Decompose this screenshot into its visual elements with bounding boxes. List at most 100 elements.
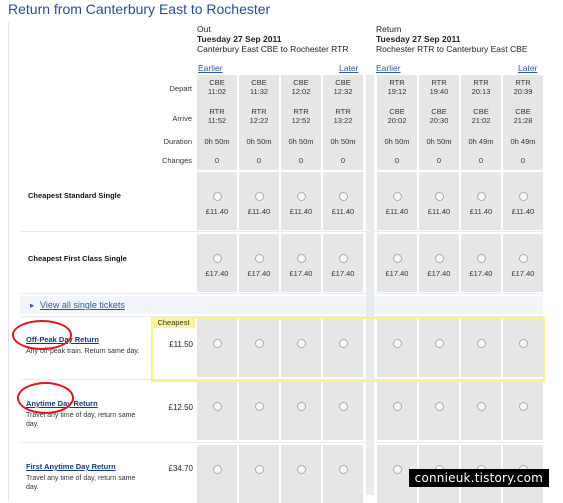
single-select-radio[interactable] <box>393 254 402 263</box>
out-journey-column[interactable]: CBE 11:02 RTR 11:52 0h 50m 0 <box>197 75 237 170</box>
fare-title-first-anytime[interactable]: First Anytime Day Return <box>26 462 116 471</box>
out-fare-cell[interactable] <box>281 382 321 440</box>
ret-standard-single-cell[interactable]: £11.40 <box>461 172 501 230</box>
duration-row-label: Duration <box>163 137 192 146</box>
arrive-station: CBE <box>473 107 489 116</box>
changes-value: 0 <box>394 156 400 165</box>
arrive-row-label: Arrive <box>172 114 192 123</box>
single-select-radio[interactable] <box>297 192 306 201</box>
ret-first-single-cell[interactable]: £17.40 <box>377 234 417 292</box>
return-later-link[interactable]: Later <box>518 63 537 73</box>
single-select-radio[interactable] <box>477 192 486 201</box>
fare-select-radio[interactable] <box>339 465 348 474</box>
out-earlier-link[interactable]: Earlier <box>198 63 223 73</box>
fare-select-radio[interactable] <box>255 402 264 411</box>
ret-fare-cell[interactable] <box>419 382 459 440</box>
single-label-first: Cheapest First Class Single <box>28 254 127 263</box>
single-select-radio[interactable] <box>435 254 444 263</box>
out-standard-single-cell[interactable]: £11.40 <box>281 172 321 230</box>
out-first-single-cell[interactable]: £17.40 <box>281 234 321 292</box>
ret-first-single-cell[interactable]: £17.40 <box>461 234 501 292</box>
return-label: Return <box>376 24 402 34</box>
fare-select-radio[interactable] <box>297 465 306 474</box>
single-select-radio[interactable] <box>339 192 348 201</box>
single-select-radio[interactable] <box>255 254 264 263</box>
out-date: Tuesday 27 Sep 2011 <box>197 34 282 44</box>
single-select-radio[interactable] <box>519 254 528 263</box>
out-later-link[interactable]: Later <box>339 63 358 73</box>
return-earlier-link[interactable]: Earlier <box>376 63 401 73</box>
out-return-divider <box>366 75 374 495</box>
ret-first-single-cell[interactable]: £17.40 <box>419 234 459 292</box>
ret-journey-column[interactable]: RTR 19:12 CBE 20:02 0h 50m 0 <box>377 75 417 170</box>
single-select-radio[interactable] <box>477 254 486 263</box>
ret-first-single-cell[interactable]: £17.40 <box>503 234 543 292</box>
out-first-single-cell[interactable]: £17.40 <box>239 234 279 292</box>
out-journey-column[interactable]: CBE 12:02 RTR 12:52 0h 50m 0 <box>281 75 321 170</box>
single-price: £11.40 <box>205 207 229 216</box>
ret-journey-column[interactable]: RTR 20:13 CBE 21:02 0h 49m 0 <box>461 75 501 170</box>
arrive-station: RTR <box>209 107 225 116</box>
arrive-time: 12:22 <box>249 116 269 125</box>
out-journey-column[interactable]: CBE 11:32 RTR 12:22 0h 50m 0 <box>239 75 279 170</box>
single-select-radio[interactable] <box>435 192 444 201</box>
ret-fare-cell[interactable] <box>377 382 417 440</box>
changes-value: 0 <box>520 156 526 165</box>
single-select-radio[interactable] <box>213 254 222 263</box>
fare-select-radio[interactable] <box>519 402 528 411</box>
out-first-single-cell[interactable]: £17.40 <box>323 234 363 292</box>
depart-station: RTR <box>389 78 405 87</box>
fare-select-radio[interactable] <box>477 402 486 411</box>
fare-select-radio[interactable] <box>339 402 348 411</box>
cheapest-highlight <box>151 317 545 382</box>
out-fare-cell[interactable] <box>239 445 279 503</box>
depart-station: RTR <box>473 78 489 87</box>
single-select-radio[interactable] <box>339 254 348 263</box>
fare-select-radio[interactable] <box>393 465 402 474</box>
depart-row-label: Depart <box>169 84 192 93</box>
single-select-radio[interactable] <box>213 192 222 201</box>
ret-standard-single-cell[interactable]: £11.40 <box>503 172 543 230</box>
fare-desc-first-anytime: Travel any time of day, return same day. <box>26 475 136 491</box>
out-standard-single-cell[interactable]: £11.40 <box>239 172 279 230</box>
depart-station: CBE <box>251 78 267 87</box>
single-select-radio[interactable] <box>255 192 264 201</box>
out-journey-column[interactable]: CBE 12:32 RTR 13:22 0h 50m 0 <box>323 75 363 170</box>
single-price: £11.40 <box>289 207 313 216</box>
ret-fare-cell[interactable] <box>461 382 501 440</box>
out-standard-single-cell[interactable]: £11.40 <box>323 172 363 230</box>
fare-select-radio[interactable] <box>255 465 264 474</box>
out-label: Out <box>197 24 211 34</box>
fare-select-radio[interactable] <box>213 402 222 411</box>
duration-value: 0h 50m <box>426 137 452 146</box>
out-standard-single-cell[interactable]: £11.40 <box>197 172 237 230</box>
out-fare-cell[interactable] <box>323 445 363 503</box>
ret-journey-column[interactable]: RTR 19:40 CBE 20:30 0h 50m 0 <box>419 75 459 170</box>
changes-value: 0 <box>256 156 262 165</box>
out-fare-cell[interactable] <box>197 445 237 503</box>
fare-select-radio[interactable] <box>297 402 306 411</box>
view-all-single-tickets-link[interactable]: View all single tickets <box>40 300 125 310</box>
out-fare-cell[interactable] <box>197 382 237 440</box>
depart-time: 19:40 <box>429 87 449 96</box>
out-first-single-cell[interactable]: £17.40 <box>197 234 237 292</box>
ret-standard-single-cell[interactable]: £11.40 <box>377 172 417 230</box>
single-select-radio[interactable] <box>393 192 402 201</box>
fare-select-radio[interactable] <box>435 402 444 411</box>
cheapest-badge: Cheapest <box>152 318 195 328</box>
ret-journey-column[interactable]: RTR 20:39 CBE 21:28 0h 49m 0 <box>503 75 543 170</box>
out-fare-cell[interactable] <box>323 382 363 440</box>
ret-fare-cell[interactable] <box>503 382 543 440</box>
single-price: £17.40 <box>469 269 493 278</box>
fare-select-radio[interactable] <box>213 465 222 474</box>
fare-select-radio[interactable] <box>393 402 402 411</box>
arrive-station: CBE <box>431 107 447 116</box>
single-label-standard: Cheapest Standard Single <box>28 191 121 200</box>
depart-time: 20:39 <box>513 87 533 96</box>
single-select-radio[interactable] <box>297 254 306 263</box>
single-select-radio[interactable] <box>519 192 528 201</box>
depart-time: 20:13 <box>471 87 491 96</box>
out-fare-cell[interactable] <box>239 382 279 440</box>
out-fare-cell[interactable] <box>281 445 321 503</box>
ret-standard-single-cell[interactable]: £11.40 <box>419 172 459 230</box>
